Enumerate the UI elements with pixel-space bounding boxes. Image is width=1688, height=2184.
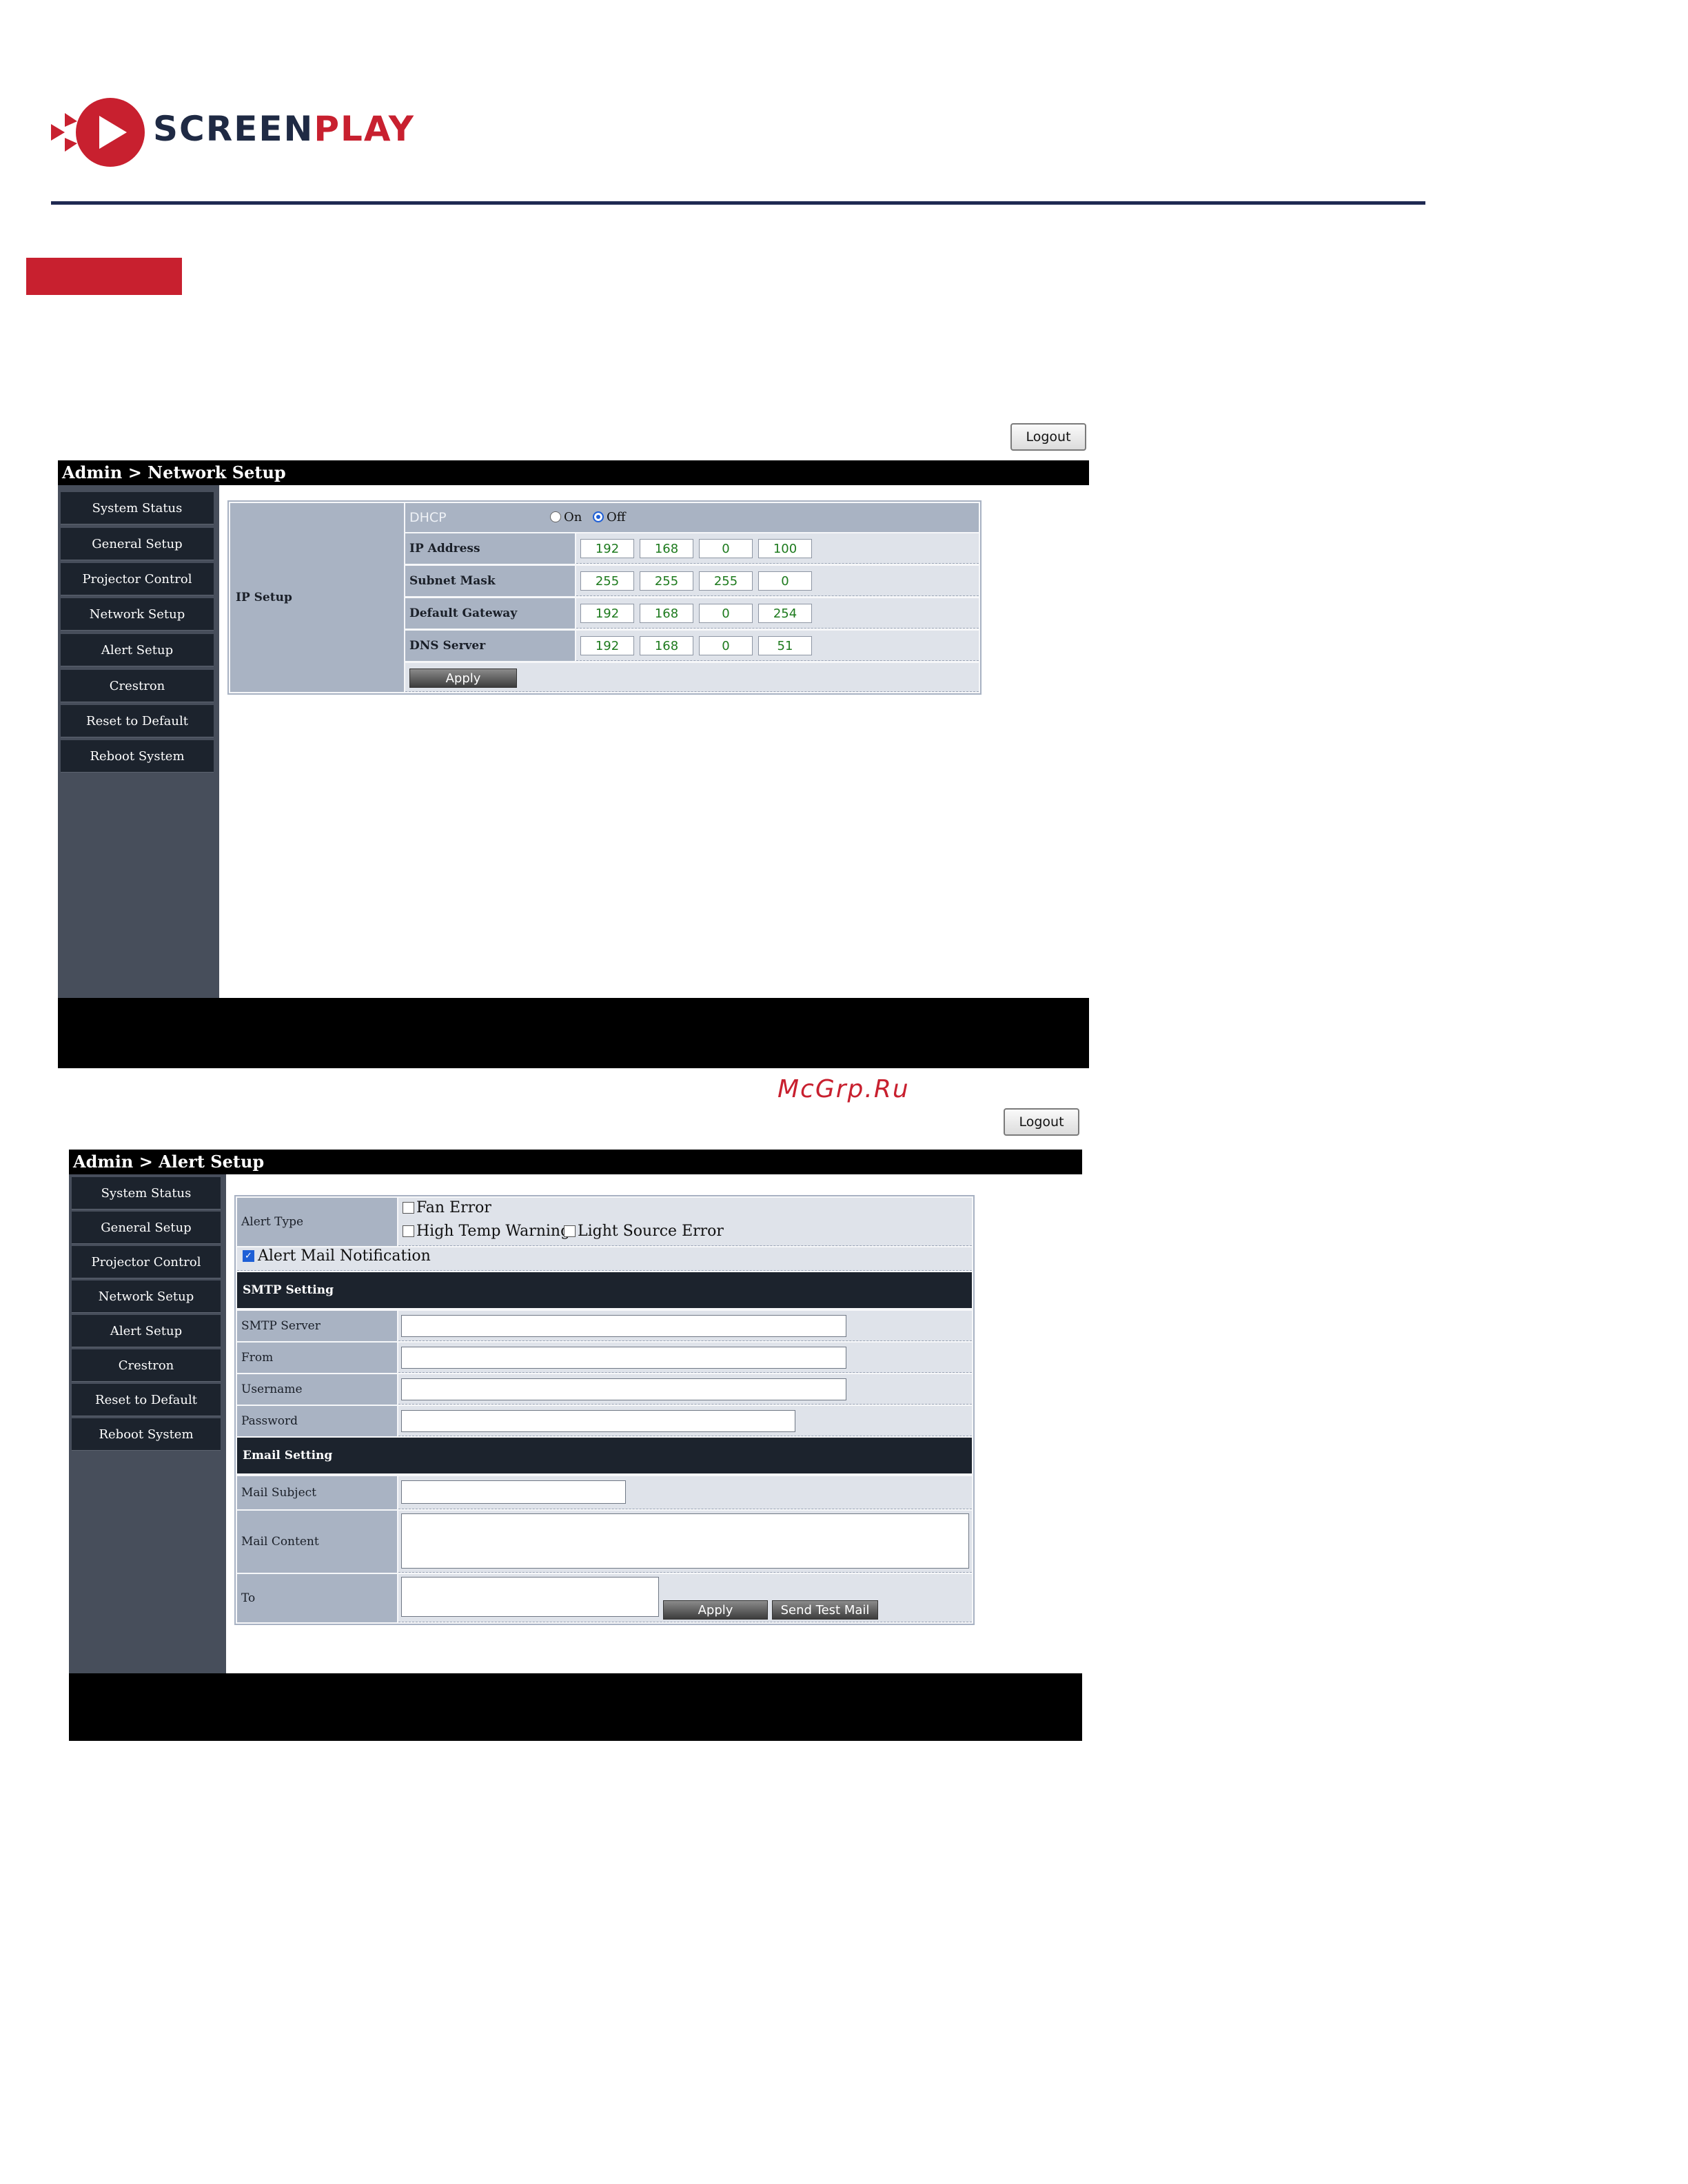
email-setting-header: Email Setting [237,1438,972,1473]
from-label: From [237,1343,397,1373]
high-temp-warning-checkbox[interactable] [403,1225,414,1237]
mail-subject-input[interactable] [401,1480,626,1504]
page-title-alert: Admin > Alert Setup [69,1150,1082,1174]
alert-mail-notification-checkbox[interactable]: ✓ [243,1250,254,1262]
fan-error-checkbox[interactable] [403,1202,414,1214]
play-icon [51,98,145,167]
watermark: McGrp.Ru [777,1075,910,1103]
default-gateway-octet-1[interactable]: 192 [580,604,634,623]
dhcp-label: DHCP [409,510,447,525]
dhcp-on-radio[interactable] [550,511,561,522]
high-temp-warning-label: High Temp Warning [416,1223,571,1240]
nav-reboot-system-alert[interactable]: Reboot System [72,1418,221,1451]
nav-general-setup-alert[interactable]: General Setup [72,1212,221,1244]
alert-apply-button[interactable]: Apply [663,1600,768,1620]
to-label: To [237,1574,397,1622]
dns-server-octet-4[interactable]: 51 [758,636,812,655]
light-source-error-checkbox[interactable] [564,1225,576,1237]
password-label: Password [237,1406,397,1436]
dhcp-off-radio[interactable] [593,511,604,522]
nav-projector-control-alert[interactable]: Projector Control [72,1246,221,1278]
mail-subject-label: Mail Subject [237,1476,397,1509]
ip-address-octet-2[interactable]: 168 [640,539,693,558]
dns-server-octet-3[interactable]: 0 [699,636,753,655]
ip-address-octet-1[interactable]: 192 [580,539,634,558]
ip-address-octet-3[interactable]: 0 [699,539,753,558]
default-gateway-label: Default Gateway [405,598,575,629]
footer-bar [58,998,1089,1068]
nav-crestron-alert[interactable]: Crestron [72,1349,221,1382]
nav-projector-control[interactable]: Projector Control [61,563,214,595]
brand-name-part2: PLAY [314,109,415,149]
to-textarea[interactable] [401,1577,659,1617]
default-gateway-octet-3[interactable]: 0 [699,604,753,623]
subnet-mask-octet-2[interactable]: 255 [640,571,693,591]
from-input[interactable] [401,1347,846,1369]
subnet-mask-octet-1[interactable]: 255 [580,571,634,591]
section-tab [26,258,182,295]
nav-reset-to-default[interactable]: Reset to Default [61,705,214,737]
nav-reboot-system[interactable]: Reboot System [61,740,214,773]
mail-content-label: Mail Content [237,1511,397,1573]
brand-name-part1: SCREEN [153,109,314,149]
fan-error-label: Fan Error [416,1199,491,1216]
smtp-setting-header: SMTP Setting [237,1272,972,1308]
default-gateway-octet-2[interactable]: 168 [640,604,693,623]
subnet-mask-octet-3[interactable]: 255 [699,571,753,591]
logout-button[interactable]: Logout [1010,423,1086,451]
light-source-error-label: Light Source Error [578,1223,724,1240]
nav-network-setup-alert[interactable]: Network Setup [72,1280,221,1313]
logout-button-alert[interactable]: Logout [1004,1108,1079,1136]
dhcp-on-label: On [564,510,582,524]
username-input[interactable] [401,1378,846,1400]
nav-crestron[interactable]: Crestron [61,670,214,702]
mail-content-textarea[interactable] [401,1513,969,1569]
dhcp-off-label: Off [607,510,626,524]
dns-server-label: DNS Server [405,631,575,661]
alert-type-label: Alert Type [237,1198,397,1246]
dns-server-octet-2[interactable]: 168 [640,636,693,655]
dns-server-octet-1[interactable]: 192 [580,636,634,655]
subnet-mask-octet-4[interactable]: 0 [758,571,812,591]
password-input[interactable] [401,1410,795,1432]
ip-setup-label: IP Setup [230,503,404,692]
page-title: Admin > Network Setup [58,460,1089,485]
dhcp-row [405,503,979,532]
nav-alert-setup[interactable]: Alert Setup [61,634,214,666]
brand-wordmark: SCREENPLAY [153,109,415,149]
subnet-mask-label: Subnet Mask [405,566,575,596]
apply-button[interactable]: Apply [409,669,517,688]
footer-bar-alert [69,1673,1082,1741]
alert-mail-notification-label: Alert Mail Notification [258,1247,431,1265]
ip-address-label: IP Address [405,533,575,564]
nav-system-status[interactable]: System Status [61,492,214,524]
nav-alert-setup-alert[interactable]: Alert Setup [72,1315,221,1347]
send-test-mail-button[interactable]: Send Test Mail [772,1600,878,1620]
header-divider [51,201,1425,205]
nav-reset-to-default-alert[interactable]: Reset to Default [72,1384,221,1416]
nav-general-setup[interactable]: General Setup [61,528,214,560]
smtp-server-label: SMTP Server [237,1311,397,1341]
username-label: Username [237,1374,397,1405]
default-gateway-octet-4[interactable]: 254 [758,604,812,623]
ip-address-octet-4[interactable]: 100 [758,539,812,558]
nav-network-setup[interactable]: Network Setup [61,598,214,631]
nav-system-status-alert[interactable]: System Status [72,1177,221,1210]
smtp-server-input[interactable] [401,1315,846,1337]
